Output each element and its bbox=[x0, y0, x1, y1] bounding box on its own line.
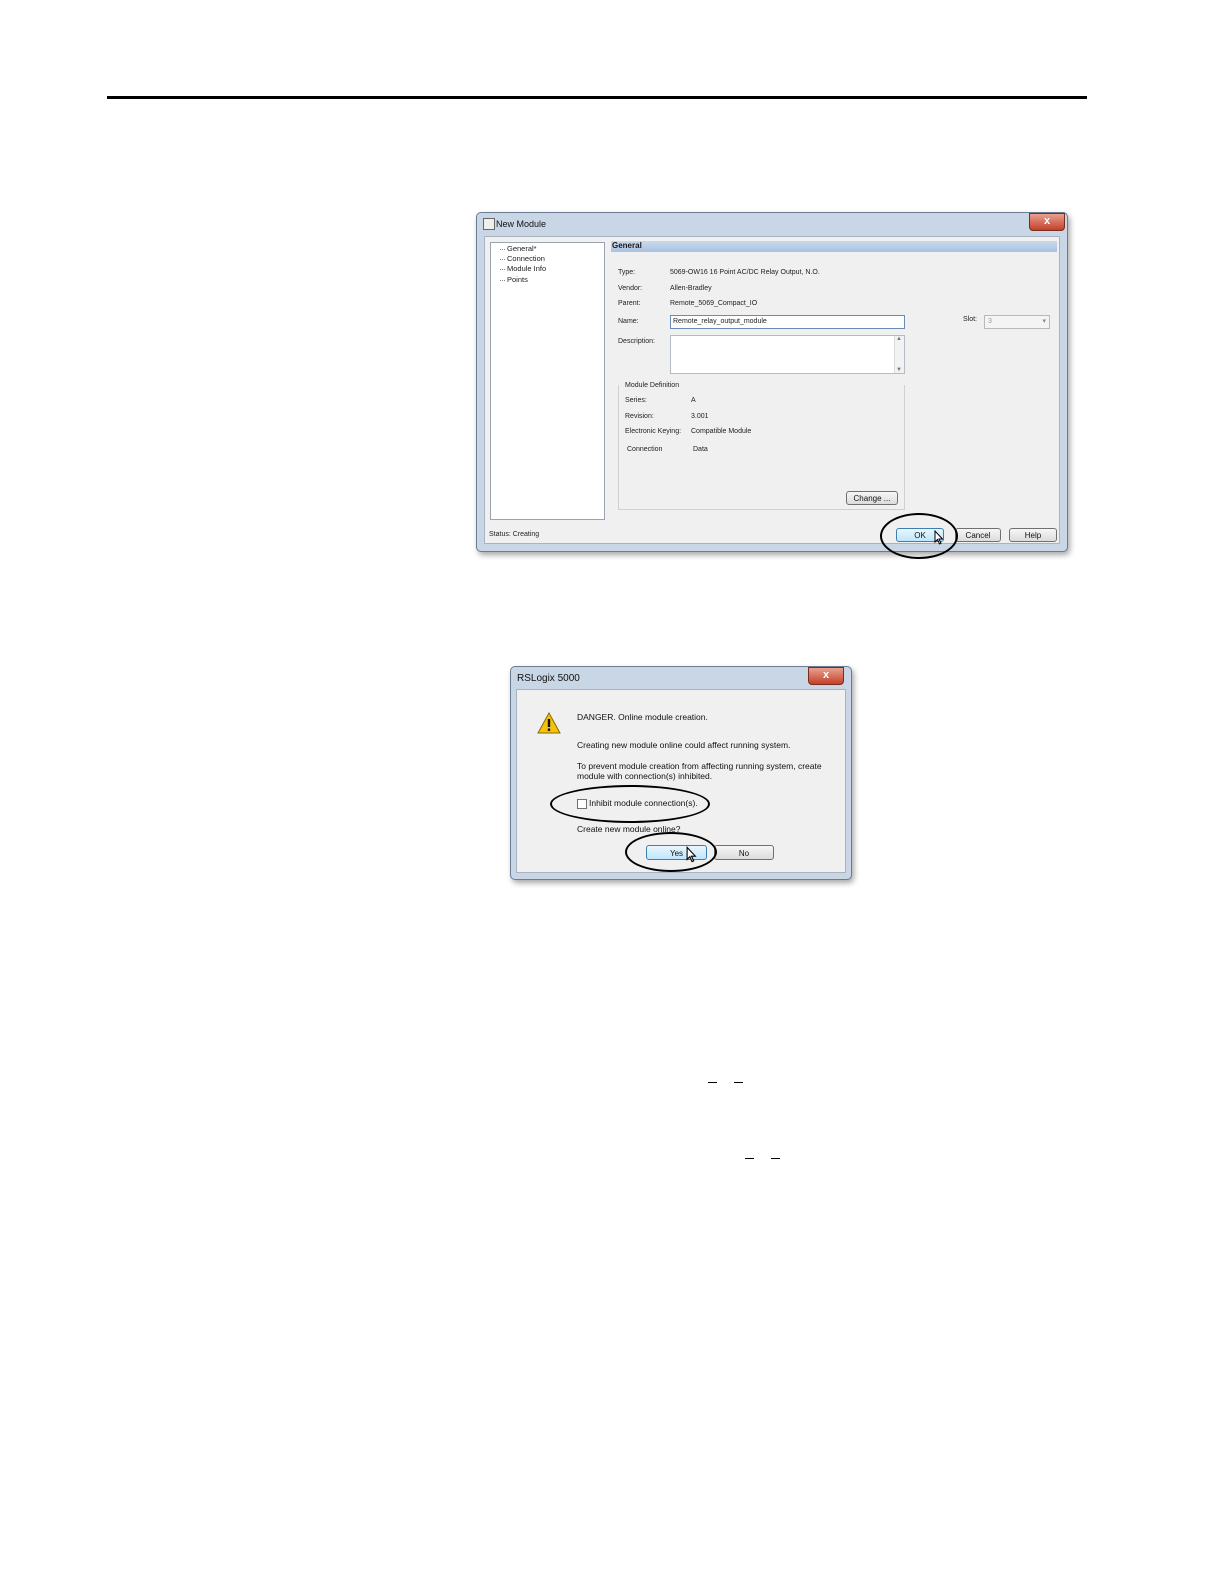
cancel-button[interactable]: Cancel bbox=[955, 528, 1001, 542]
name-field[interactable]: Remote_relay_output_module bbox=[670, 315, 905, 329]
tree-item-module-info[interactable]: Module Info bbox=[499, 264, 546, 273]
connection-label: Connection bbox=[627, 446, 663, 453]
inhibit-highlight-ellipse bbox=[550, 785, 710, 823]
underline-mark bbox=[708, 1082, 717, 1083]
section-title: General bbox=[612, 241, 642, 250]
electronic-keying-label: Electronic Keying: bbox=[625, 428, 682, 435]
section-header: General bbox=[611, 241, 1057, 252]
status-text: Status: Creating bbox=[489, 531, 540, 538]
underline-mark bbox=[771, 1158, 780, 1159]
new-module-close-button[interactable]: x bbox=[1029, 213, 1065, 231]
window-app-icon bbox=[483, 218, 495, 230]
new-module-client: General* Connection Module Info Points G… bbox=[484, 236, 1060, 544]
rslogix-close-button[interactable]: x bbox=[808, 667, 844, 685]
scroll-down-icon: ▼ bbox=[896, 367, 902, 373]
new-module-window: New Module x General* Connection Module … bbox=[476, 212, 1068, 552]
parent-label: Parent: bbox=[618, 300, 641, 307]
new-module-titlebar: New Module x bbox=[477, 213, 1067, 235]
name-label: Name: bbox=[618, 318, 639, 325]
description-scrollbar[interactable]: ▲ ▼ bbox=[894, 336, 904, 373]
no-button[interactable]: No bbox=[714, 845, 774, 860]
prevent-message-line1: To prevent module creation from affectin… bbox=[577, 761, 822, 771]
revision-label: Revision: bbox=[625, 413, 654, 420]
new-module-title: New Module bbox=[496, 219, 547, 229]
tree-item-general[interactable]: General* bbox=[500, 244, 537, 253]
prevent-message-line2: module with connection(s) inhibited. bbox=[577, 771, 713, 781]
mouse-pointer-icon bbox=[934, 530, 944, 545]
category-tree: General* Connection Module Info Points bbox=[490, 242, 605, 520]
danger-message: DANGER. Online module creation. bbox=[577, 712, 708, 722]
electronic-keying-value: Compatible Module bbox=[691, 428, 752, 435]
scroll-up-icon: ▲ bbox=[896, 336, 902, 342]
help-button[interactable]: Help bbox=[1009, 528, 1057, 542]
type-value: 5069-OW16 16 Point AC/DC Relay Output, N… bbox=[670, 269, 820, 276]
rslogix-title: RSLogix 5000 bbox=[517, 673, 580, 684]
mouse-pointer-icon-2 bbox=[686, 846, 697, 863]
underline-mark bbox=[734, 1082, 743, 1083]
slot-select-value: 3 bbox=[988, 318, 992, 325]
page-top-rule bbox=[107, 96, 1087, 99]
warning-icon bbox=[537, 712, 561, 734]
parent-value: Remote_5069_Compact_IO bbox=[670, 300, 758, 307]
vendor-value: Allen-Bradley bbox=[670, 285, 712, 292]
change-button[interactable]: Change ... bbox=[846, 491, 898, 505]
underline-mark bbox=[745, 1158, 754, 1159]
rslogix-titlebar: RSLogix 5000 x bbox=[511, 667, 851, 689]
name-field-value: Remote_relay_output_module bbox=[673, 318, 767, 325]
series-label: Series: bbox=[625, 397, 647, 404]
tree-item-points[interactable]: Points bbox=[500, 275, 528, 284]
type-label: Type: bbox=[618, 269, 636, 276]
slot-select[interactable]: 3 ▾ bbox=[984, 315, 1050, 329]
ok-highlight-ellipse bbox=[880, 513, 958, 559]
tree-item-connection[interactable]: Connection bbox=[500, 254, 545, 263]
warning-message: Creating new module online could affect … bbox=[577, 740, 791, 750]
slot-label: Slot: bbox=[963, 316, 978, 323]
chevron-down-icon: ▾ bbox=[1042, 318, 1046, 325]
vendor-label: Vendor: bbox=[618, 285, 643, 292]
module-definition-title: Module Definition bbox=[624, 382, 681, 389]
description-label: Description: bbox=[618, 338, 655, 345]
description-field[interactable]: ▲ ▼ bbox=[670, 335, 905, 374]
revision-value: 3.001 bbox=[691, 413, 709, 420]
connection-value: Data bbox=[693, 446, 708, 453]
yes-highlight-ellipse bbox=[625, 832, 717, 872]
series-value: A bbox=[691, 397, 696, 404]
